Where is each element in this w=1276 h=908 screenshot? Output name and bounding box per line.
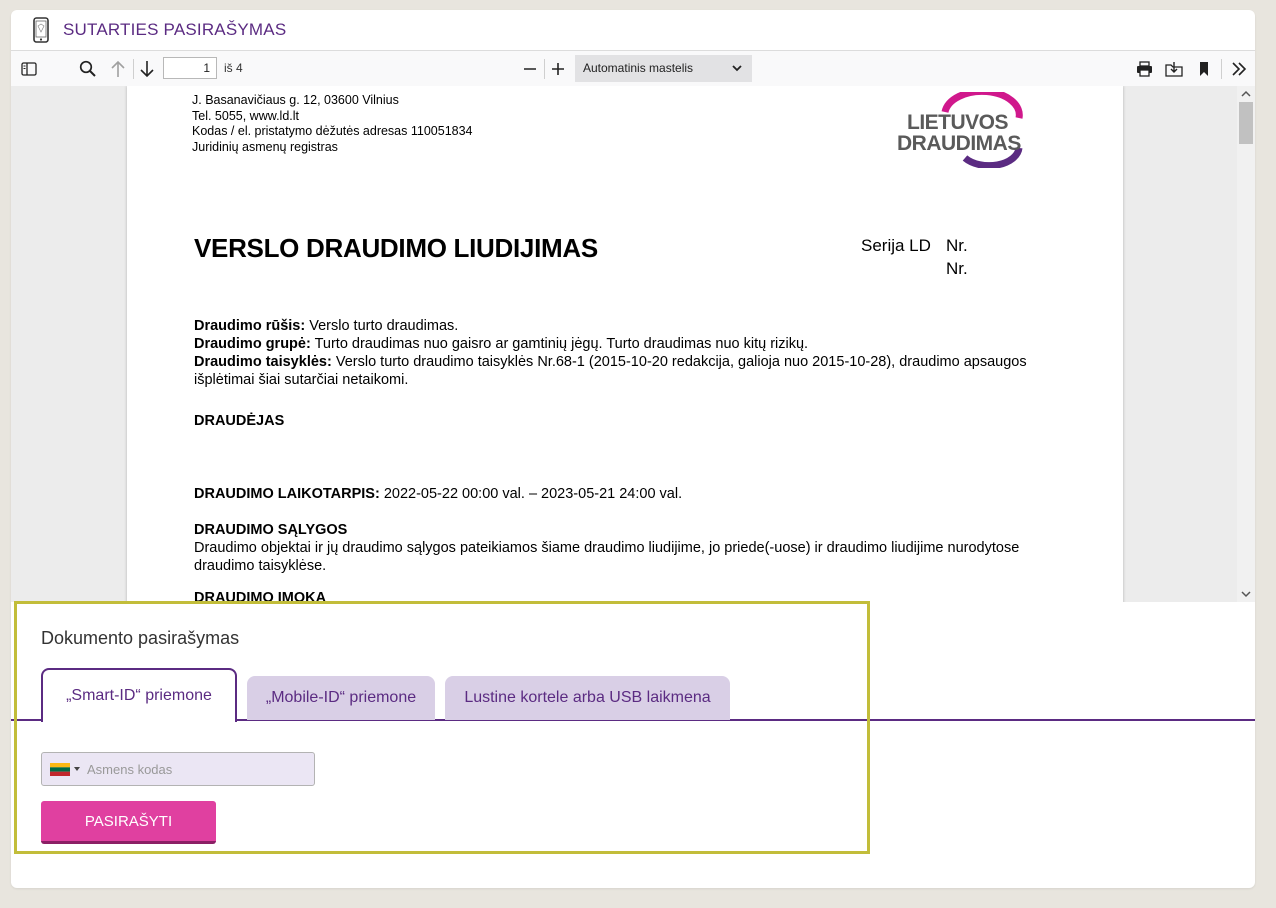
arrow-up-icon[interactable]: [106, 51, 130, 86]
series-label: Serija LD: [861, 236, 931, 255]
document-title: VERSLO DRAUDIMO LIUDIJIMAS: [194, 233, 598, 263]
insurance-period: DRAUDIMO LAIKOTARPIS: 2022-05-22 00:00 v…: [194, 485, 1074, 503]
page-title: SUTARTIES PASIRAŠYMAS: [63, 20, 287, 39]
number-label: Nr.: [946, 259, 968, 278]
download-icon[interactable]: [1162, 51, 1186, 86]
field-value: Turto draudimas nuo gaisro ar gamtinių j…: [310, 336, 809, 352]
field-value: 2022-05-22 00:00 val. – 2023-05-21 24:00…: [379, 486, 683, 502]
policyholder-heading: DRAUDĖJAS: [194, 413, 285, 429]
zoom-out-icon[interactable]: [518, 51, 542, 86]
signing-highlight-frame: [14, 601, 870, 854]
page-number-input[interactable]: [163, 57, 217, 79]
company-address: J. Basanavičiaus g. 12, 03600 Vilnius Te…: [192, 93, 473, 155]
bookmark-icon[interactable]: [1192, 51, 1216, 86]
address-line: Kodas / el. pristatymo dėžutės adresas 1…: [192, 124, 473, 138]
address-line: Juridinių asmenų registras: [192, 139, 338, 154]
pdf-toolbar: iš 4 Automatinis mastelis: [11, 50, 1255, 87]
zoom-select[interactable]: Automatinis mastelis: [575, 55, 752, 82]
double-chevron-right-icon[interactable]: [1227, 51, 1251, 86]
app-header: SUTARTIES PASIRAŠYMAS: [11, 10, 1255, 50]
sidebar-toggle-icon[interactable]: [17, 51, 41, 86]
zoom-select-value: Automatinis mastelis: [583, 61, 694, 75]
address-line: Tel. 5055, www.ld.lt: [192, 108, 299, 123]
field-value: Verslo turto draudimas.: [305, 318, 459, 334]
search-icon[interactable]: [75, 51, 99, 86]
toolbar-divider: [1221, 59, 1222, 79]
arrow-down-icon[interactable]: [135, 51, 159, 86]
pdf-page: J. Basanavičiaus g. 12, 03600 Vilnius Te…: [127, 86, 1123, 602]
toolbar-divider: [544, 59, 545, 79]
zoom-in-icon[interactable]: [546, 51, 570, 86]
tab-smart-id[interactable]: „Smart-ID“ priemone: [41, 668, 237, 722]
lietuvos-draudimas-logo: LIETUVOS DRAUDIMAS: [895, 92, 1030, 168]
logo-line: LIETUVOS: [907, 111, 1009, 134]
pdf-viewer[interactable]: J. Basanavičiaus g. 12, 03600 Vilnius Te…: [11, 86, 1255, 602]
field-label: DRAUDIMO LAIKOTARPIS:: [194, 486, 380, 502]
conditions-text: Draudimo objektai ir jų draudimo sąlygos…: [194, 540, 1020, 574]
toolbar-divider: [133, 59, 134, 79]
insurance-rules: Draudimo taisyklės: Verslo turto draudim…: [194, 353, 1074, 389]
tab-label: „Smart-ID“ priemone: [66, 687, 212, 704]
insurance-group: Draudimo grupė: Turto draudimas nuo gais…: [194, 335, 1074, 353]
mobile-phone-icon: [31, 17, 51, 43]
insurance-type: Draudimo rūšis: Verslo turto draudimas.: [194, 317, 1074, 335]
viewer-scrollbar[interactable]: [1237, 86, 1255, 602]
scrollbar-thumb[interactable]: [1239, 102, 1253, 144]
address-line: J. Basanavičiaus g. 12, 03600 Vilnius: [192, 93, 399, 107]
logo-line: DRAUDIMAS: [897, 132, 1021, 155]
number-label: Nr.: [946, 236, 968, 255]
conditions-heading: DRAUDIMO SĄLYGOS: [194, 522, 348, 538]
scroll-up-icon[interactable]: [1237, 86, 1255, 102]
field-label: Draudimo rūšis:: [194, 318, 306, 334]
print-icon[interactable]: [1132, 51, 1156, 86]
field-label: Draudimo grupė:: [194, 336, 311, 352]
scroll-down-icon[interactable]: [1237, 586, 1255, 602]
page-count-label: iš 4: [224, 61, 243, 75]
field-label: Draudimo taisyklės:: [194, 354, 332, 370]
